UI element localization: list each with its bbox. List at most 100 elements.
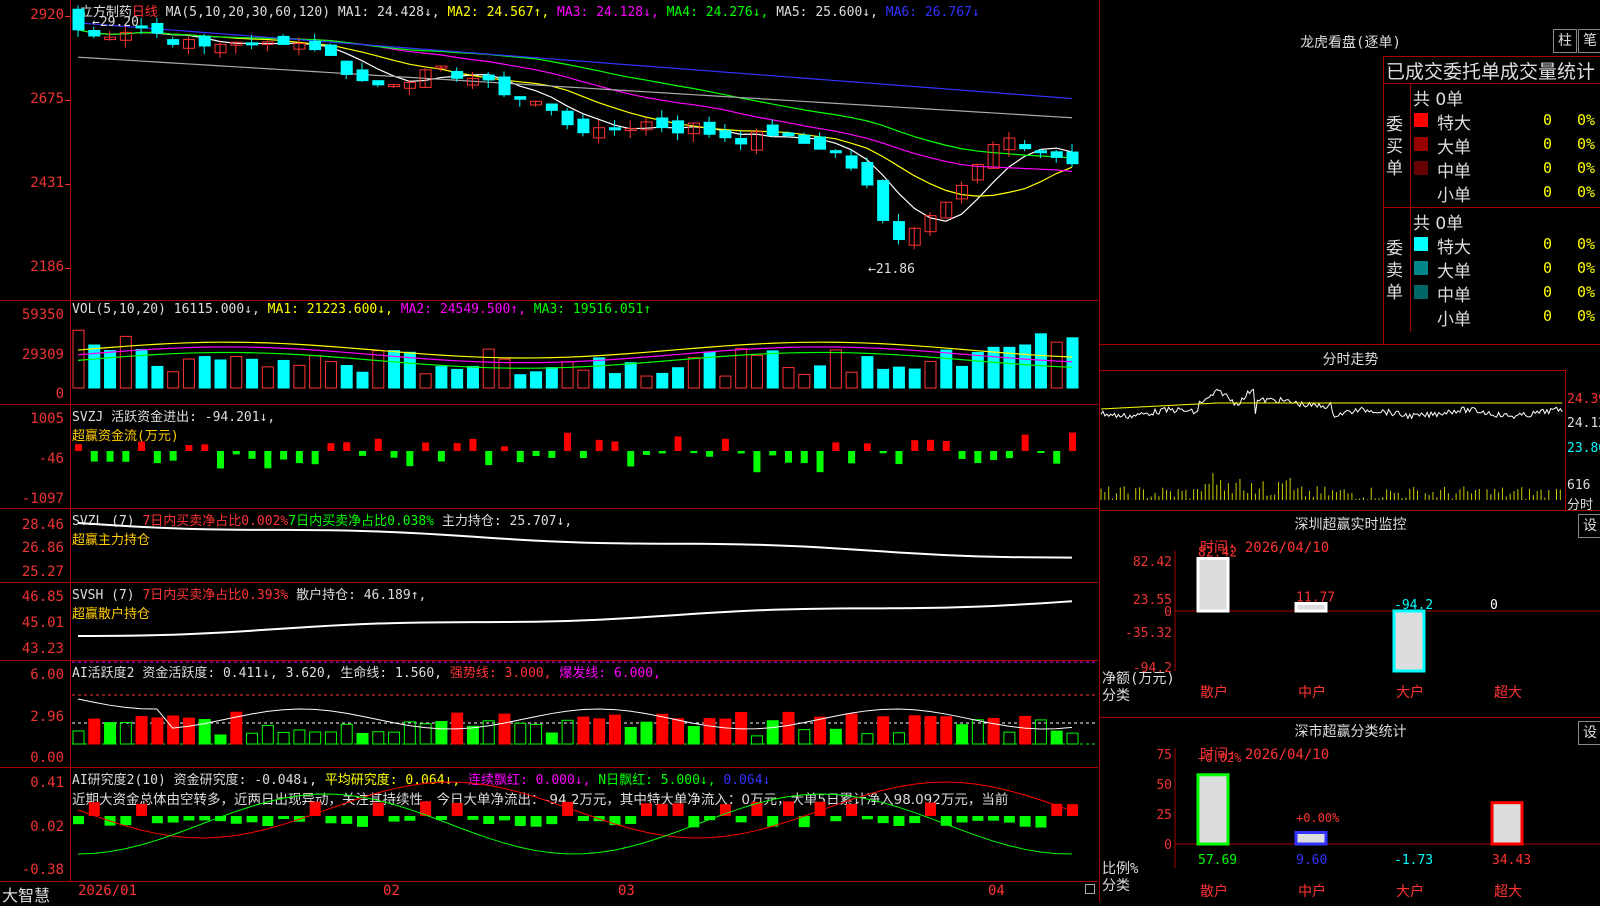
vol-bar <box>198 356 211 389</box>
order-class: 中单 <box>1437 162 1471 182</box>
activity-bar <box>656 713 669 745</box>
lock-icon[interactable] <box>1085 884 1095 894</box>
flow-bar <box>1005 451 1013 459</box>
activity-bar <box>593 718 606 745</box>
intraday-chart[interactable] <box>1100 345 1600 511</box>
flow-bar <box>295 451 303 464</box>
kline-candle <box>324 44 337 56</box>
research-bar <box>467 816 479 820</box>
vol-bar <box>640 375 653 389</box>
research-bar <box>404 816 416 821</box>
high-marker: ←29.20 <box>92 15 139 30</box>
stat-panel[interactable]: 深市超赢分类统计 设 时间: 2026/04/10 比例% 分类 75 50 25 0… <box>1099 717 1600 901</box>
activity-bar <box>167 715 180 745</box>
vol-bar <box>230 356 243 389</box>
vol-bar <box>182 358 195 389</box>
vol-bar <box>246 358 259 389</box>
flow-bar <box>1021 434 1029 451</box>
intraday-panel[interactable]: 分时走势 24.39 24.12 23.86 616 分时 <box>1099 344 1600 513</box>
ma-line <box>77 29 1073 222</box>
flow-bar <box>201 444 209 451</box>
research-bar <box>783 801 794 816</box>
intraday-price <box>1100 388 1563 420</box>
kline-candle <box>782 132 795 137</box>
ai2-chart[interactable] <box>0 768 1098 881</box>
vol-bar <box>687 357 700 389</box>
flow-bar <box>122 451 130 462</box>
svzj-chart[interactable] <box>0 405 1098 508</box>
flow-bar <box>327 443 335 451</box>
flow-bar <box>958 451 966 459</box>
activity-bar <box>766 720 779 745</box>
svzl-panel[interactable]: 28.46 26.86 25.27 SVZL (7) 7日内买卖净占比0.002… <box>0 509 1098 583</box>
order-count: 0 <box>1543 283 1553 301</box>
vol-bar <box>814 365 827 389</box>
ai1-panel[interactable]: 6.00 2.96 0.00 AI活跃度2 资金活跃度: 0.411↓, 3.6… <box>0 661 1098 768</box>
flow-bar <box>374 438 382 451</box>
flow-bar <box>564 432 572 451</box>
monitor-y-label: -94.2 <box>1133 661 1172 676</box>
order-count: 0 <box>1543 307 1553 325</box>
monitor-chart[interactable]: 82.4223.550-35.32-94.282.42散户11.77中户-94.… <box>1100 511 1600 718</box>
vol-bar <box>1019 344 1032 389</box>
color-swatch <box>1414 285 1428 299</box>
activity-bar <box>640 721 653 745</box>
monitor-name: 超大 <box>1494 685 1522 701</box>
flow-bar <box>359 451 366 456</box>
vol-bar <box>545 367 558 389</box>
vol-bar <box>356 371 369 389</box>
activity-bar <box>119 722 132 745</box>
stat-value: 34.43 <box>1492 853 1531 868</box>
activity-bar <box>814 716 827 745</box>
flow-bar <box>138 441 146 451</box>
x-label: 2026/01 <box>78 883 138 899</box>
svsh-panel[interactable]: 46.85 45.01 43.23 SVSH (7) 7日内买卖净占比0.393… <box>0 583 1098 661</box>
research-bar <box>230 816 242 824</box>
color-swatch <box>1414 137 1428 151</box>
vol-bar <box>719 375 732 389</box>
kline-chart[interactable] <box>0 0 1098 300</box>
vol-panel[interactable]: 59350 29309 0 VOL(5,10,20) 16115.000↓, M… <box>0 301 1098 405</box>
vol-chart[interactable] <box>0 301 1098 404</box>
vol-bar <box>877 368 890 389</box>
flow-bar <box>1053 451 1061 464</box>
activity-bar <box>435 721 448 745</box>
activity-bar <box>214 734 227 745</box>
x-label: 04 <box>988 883 1005 899</box>
activity-bar <box>182 717 195 745</box>
monitor-bar <box>1196 557 1230 613</box>
stat-y-label: 50 <box>1156 778 1172 793</box>
research-bar <box>262 816 274 827</box>
color-swatch <box>1414 161 1428 175</box>
research-bar <box>278 816 290 820</box>
tick-mode-button[interactable]: 笔 <box>1578 29 1600 53</box>
monitor-panel[interactable]: 深圳超赢实时监控 设 时间: 2026/04/10 净额(万元) 分类 82.4… <box>1099 510 1600 718</box>
vol-bar <box>435 366 448 389</box>
flow-bar <box>611 441 619 451</box>
buy-row: 中单 0 0% <box>1411 157 1600 182</box>
activity-bar <box>1050 730 1063 745</box>
bar-mode-button[interactable]: 柱 <box>1553 29 1577 53</box>
holding-line <box>77 522 1073 559</box>
kline-panel[interactable]: 2920 2675 2431 2186 ★立方制药日线 MA(5,10,20,3… <box>0 0 1098 301</box>
activity-bar <box>829 728 842 745</box>
vol-bar <box>577 369 590 389</box>
kline-candle <box>277 35 290 45</box>
ai2-panel[interactable]: 0.41 0.02 -0.38 AI研究度2(10) 资金研究度: -0.048… <box>0 768 1098 882</box>
holding-line <box>77 600 1073 637</box>
svzl-chart[interactable] <box>0 509 1098 582</box>
buy-side-label: 委买单 <box>1386 115 1403 179</box>
svsh-chart[interactable] <box>0 583 1098 660</box>
vol-bar <box>72 329 85 389</box>
ai1-chart[interactable] <box>0 661 1098 767</box>
vol-bar <box>151 365 164 389</box>
stat-chart[interactable]: 75 50 25 0 57.69 散户 9.60 中户 -1.73 大户 34.43 超大 +0.02%… <box>1100 718 1600 901</box>
activity-bar <box>372 731 385 745</box>
flow-bar <box>1037 451 1045 454</box>
research-bar <box>641 803 652 816</box>
svzj-panel[interactable]: 1005 -46 -1097 SVZJ 活跃资金进出: -94.201↓, 超赢… <box>0 405 1098 509</box>
flow-bar <box>721 438 729 451</box>
order-class: 大单 <box>1437 138 1471 158</box>
low-marker: ←21.86 <box>868 262 915 277</box>
activity-bar <box>577 716 590 745</box>
